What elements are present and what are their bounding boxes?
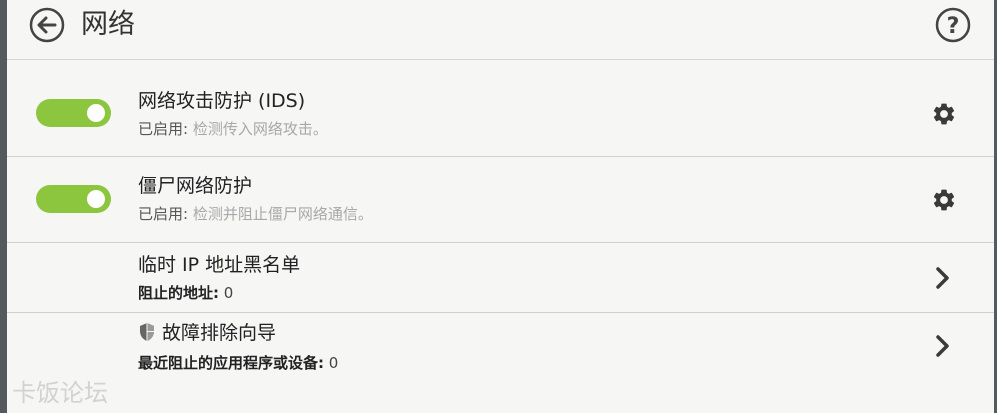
ip-blacklist-subtitle: 阻止的地址: 0 (138, 283, 233, 303)
svg-text:?: ? (947, 14, 960, 39)
status-text: 已启用: (138, 205, 189, 223)
watermark: 卡饭论坛 (12, 379, 108, 407)
ip-blacklist-row[interactable]: 临时 IP 地址黑名单 阻止的地址: 0 (7, 243, 994, 313)
gear-icon (933, 189, 955, 211)
troubleshooting-wizard-title: 故障排除向导 (138, 321, 276, 345)
back-arrow-circle-icon (29, 7, 65, 43)
botnet-settings-button[interactable] (931, 187, 957, 213)
ids-protection-title: 网络攻击防护 (IDS) (138, 90, 306, 112)
toggle-knob (87, 104, 105, 122)
ids-protection-toggle[interactable] (36, 99, 111, 127)
page-title: 网络 (81, 9, 135, 40)
back-button[interactable] (29, 7, 65, 43)
shield-icon (140, 323, 154, 341)
botnet-protection-toggle[interactable] (36, 185, 111, 213)
question-circle-icon: ? (935, 7, 971, 43)
troubleshooting-wizard-row[interactable]: 故障排除向导 最近阻止的应用程序或设备: 0 (7, 313, 994, 413)
botnet-protection-title: 僵尸网络防护 (138, 175, 253, 197)
network-panel: 网络 ? 网络攻击防护 (IDS) 已启用: 检测传入网络攻击。 僵尸网络防护 (7, 0, 994, 413)
botnet-protection-row: 僵尸网络防护 已启用: 检测并阻止僵尸网络通信。 (7, 157, 994, 243)
gear-icon (933, 103, 955, 125)
ids-protection-subtitle: 已启用: 检测传入网络攻击。 (138, 119, 328, 139)
status-text: 已启用: (138, 120, 189, 138)
ip-blacklist-title: 临时 IP 地址黑名单 (138, 254, 301, 276)
blocked-addresses-count: 0 (223, 284, 234, 302)
botnet-protection-subtitle: 已启用: 检测并阻止僵尸网络通信。 (138, 204, 373, 224)
ids-settings-button[interactable] (931, 101, 957, 127)
header: 网络 ? (7, 0, 994, 60)
recently-blocked-count: 0 (328, 354, 339, 372)
troubleshooting-wizard-label: 故障排除向导 (162, 322, 277, 344)
ids-protection-row: 网络攻击防护 (IDS) 已启用: 检测传入网络攻击。 (7, 61, 994, 157)
description-text: 检测传入网络攻击。 (192, 120, 328, 138)
description-text: 检测并阻止僵尸网络通信。 (192, 205, 373, 223)
troubleshooting-wizard-open-button[interactable] (933, 333, 953, 359)
chevron-right-icon (936, 267, 949, 289)
troubleshooting-wizard-subtitle: 最近阻止的应用程序或设备: 0 (138, 353, 338, 373)
window-left-edge (0, 0, 7, 413)
toggle-knob (87, 190, 105, 208)
recently-blocked-label: 最近阻止的应用程序或设备: (138, 354, 324, 372)
ip-blacklist-open-button[interactable] (933, 265, 953, 291)
blocked-addresses-label: 阻止的地址: (138, 284, 219, 302)
chevron-right-icon (936, 335, 949, 357)
help-button[interactable]: ? (935, 7, 971, 43)
